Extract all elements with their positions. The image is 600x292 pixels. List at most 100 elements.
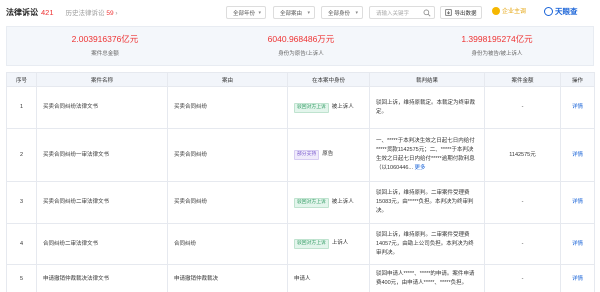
summary-plaintiff: 6040.968486万元 身份为原告/上诉人 xyxy=(203,33,399,57)
case-result-text: 驳回申请人*****、*****的申请。案件申请费400元，由申请人*****、… xyxy=(376,271,475,286)
case-name[interactable]: 合同纠纷二审法律文书 xyxy=(36,223,168,265)
case-name[interactable]: 申请撤销仲裁裁决法律文书 xyxy=(36,264,168,292)
history-link[interactable]: 历史法律诉讼 59 › xyxy=(66,7,118,17)
search-icon[interactable] xyxy=(423,9,431,17)
row-index: 3 xyxy=(6,181,37,224)
chevron-down-icon: ▾ xyxy=(355,10,358,16)
case-result: 驳回申请人*****、*****的申请。案件申请费400元，由申请人*****、… xyxy=(369,264,485,292)
history-chevron-icon: › xyxy=(115,10,118,17)
case-role: 原告 xyxy=(322,151,334,157)
outcome-badge: 驳回对方上诉 xyxy=(294,239,329,249)
col-header-name[interactable]: 案件名称 xyxy=(36,72,168,87)
case-name[interactable]: 买卖合同纠纷法律文书 xyxy=(36,86,168,129)
case-name[interactable]: 买卖合同纠纷一审法律文书 xyxy=(36,128,168,182)
section-count: 421 xyxy=(41,7,54,17)
col-header-index: 序号 xyxy=(6,72,37,87)
filter-role-label: 全部身份 xyxy=(328,10,351,17)
export-button[interactable]: 导出数据 xyxy=(440,6,482,19)
table-row: 4 合同纠纷二审法律文书 合同纠纷 驳回对方上诉 上诉人 驳回上诉，维持原判。二审… xyxy=(6,223,595,265)
detail-link-cell: 详情 xyxy=(560,264,595,292)
filter-cause-label: 全部案由 xyxy=(280,10,303,17)
detail-link[interactable]: 详情 xyxy=(572,241,583,247)
case-amount: - xyxy=(484,86,561,129)
filter-cause[interactable]: 全部案由 ▾ xyxy=(273,6,315,19)
case-role-cell: 驳回对方上诉 上诉人 xyxy=(287,223,370,265)
logo: 天眼查 xyxy=(544,6,578,17)
col-header-cause[interactable]: 案由 xyxy=(167,72,288,87)
col-header-amount[interactable]: 案件金额 xyxy=(484,72,561,87)
row-index: 4 xyxy=(6,223,37,265)
outcome-badge: 部分支持 xyxy=(294,150,320,160)
case-role: 上诉人 xyxy=(331,240,349,246)
case-amount: - xyxy=(484,223,561,265)
case-role: 被上诉人 xyxy=(331,198,354,205)
case-role-cell: 驳回对方上诉 被上诉人 xyxy=(287,181,370,224)
filter-year-label: 全部年份 xyxy=(233,10,256,17)
summary-total: 2.003916376亿元 案件总金额 xyxy=(7,33,203,57)
vip-badge-icon xyxy=(492,6,500,15)
table-header-row: 序号 案件名称 案由 在本案中身份 裁判结果 案件金额 操作 xyxy=(6,72,595,87)
logo-icon xyxy=(544,7,553,16)
chevron-down-icon: ▾ xyxy=(307,10,310,16)
export-icon xyxy=(445,9,453,16)
case-result: 一、*****于本判决生效之日起七日内给付*****货款1142575元；二、*… xyxy=(369,128,485,182)
detail-link[interactable]: 详情 xyxy=(572,276,583,282)
case-result-text: 驳回上诉，维持原判。二审案件受理费15083元，由*****负担。本判决为终审判… xyxy=(376,190,474,214)
case-name[interactable]: 买卖合同纠纷二审法律文书 xyxy=(36,181,168,224)
case-cause: 合同纠纷 xyxy=(167,223,288,265)
case-cause: 买卖合同纠纷 xyxy=(167,181,288,224)
search-placeholder: 请输入关键字 xyxy=(376,10,410,17)
filter-role[interactable]: 全部身份 ▾ xyxy=(321,6,363,19)
row-index: 2 xyxy=(6,128,37,182)
summary-value: 6040.968486万元 xyxy=(267,34,335,44)
history-label: 历史法律诉讼 xyxy=(65,10,105,17)
detail-link-cell: 详情 xyxy=(560,223,595,265)
case-amount: - xyxy=(484,264,561,292)
col-header-role[interactable]: 在本案中身份 xyxy=(287,72,370,87)
case-cause: 申请撤销仲裁裁决 xyxy=(167,264,288,292)
row-index: 5 xyxy=(6,264,37,292)
case-result-text: 驳回上诉，维持原判。二审案件受理费14057元，由勘上公司负担。本判决为终审判决… xyxy=(376,231,474,256)
case-amount: - xyxy=(484,181,561,224)
case-result-text: 驳回上诉，维持原裁定。本裁定为终审裁定。 xyxy=(376,99,476,115)
summary-label: 身份为被告/被上诉人 xyxy=(471,51,523,57)
outcome-badge: 驳回对方上诉 xyxy=(294,102,329,113)
table-row: 3 买卖合同纠纷二审法律文书 买卖合同纠纷 驳回对方上诉 被上诉人 驳回上诉，维持… xyxy=(6,181,595,224)
case-role: 被上诉人 xyxy=(331,103,354,110)
vip-label: 企业主调 xyxy=(502,9,527,15)
summary-label: 案件总金额 xyxy=(91,51,119,57)
summary-label: 身份为原告/上诉人 xyxy=(278,51,324,57)
col-header-action: 操作 xyxy=(560,72,595,87)
case-result: 驳回上诉，维持原判。二审案件受理费14057元，由勘上公司负担。本判决为终审判决… xyxy=(369,223,485,265)
more-link[interactable]: 更多 xyxy=(415,165,426,171)
row-index: 1 xyxy=(6,86,37,129)
lawsuit-table: 序号 案件名称 案由 在本案中身份 裁判结果 案件金额 操作 1 买卖合同纠纷法… xyxy=(6,72,595,292)
outcome-badge: 驳回对方上诉 xyxy=(294,197,329,208)
case-result: 驳回上诉，维持原裁定。本裁定为终审裁定。 xyxy=(369,86,485,129)
detail-link-cell: 详情 xyxy=(560,86,595,129)
case-role-cell: 驳回对方上诉 被上诉人 xyxy=(287,86,370,129)
summary-value: 2.003916376亿元 xyxy=(71,34,139,44)
section-title: 法律诉讼 xyxy=(6,7,38,17)
detail-link-cell: 详情 xyxy=(560,128,595,182)
logo-text: 天眼查 xyxy=(555,7,578,16)
table-row: 2 买卖合同纠纷一审法律文书 买卖合同纠纷 部分支持 原告 一、*****于本判决… xyxy=(6,128,595,182)
filter-year[interactable]: 全部年份 ▾ xyxy=(226,6,266,19)
summary-value: 1.3998195274亿元 xyxy=(461,34,533,44)
search-input[interactable]: 请输入关键字 xyxy=(369,6,435,19)
case-role: 申请人 xyxy=(294,275,311,282)
case-cause: 买卖合同纠纷 xyxy=(167,128,288,182)
table-row: 5 申请撤销仲裁裁决法律文书 申请撤销仲裁裁决 申请人 驳回申请人*****、*… xyxy=(6,264,595,292)
detail-link[interactable]: 详情 xyxy=(572,104,583,110)
table-row: 1 买卖合同纠纷法律文书 买卖合同纠纷 驳回对方上诉 被上诉人 驳回上诉，维持原裁… xyxy=(6,86,595,129)
summary-panel: 2.003916376亿元 案件总金额 6040.968486万元 身份为原告/… xyxy=(6,26,594,66)
summary-defendant: 1.3998195274亿元 身份为被告/被上诉人 xyxy=(399,33,595,57)
case-cause: 买卖合同纠纷 xyxy=(167,86,288,129)
case-role-cell: 申请人 xyxy=(287,264,370,292)
detail-link[interactable]: 详情 xyxy=(572,199,583,205)
detail-link-cell: 详情 xyxy=(560,181,595,224)
vip-button[interactable]: 企业主调 xyxy=(492,6,526,15)
col-header-result: 裁判结果 xyxy=(369,72,485,87)
history-count: 59 xyxy=(106,10,114,17)
detail-link[interactable]: 详情 xyxy=(572,152,583,158)
